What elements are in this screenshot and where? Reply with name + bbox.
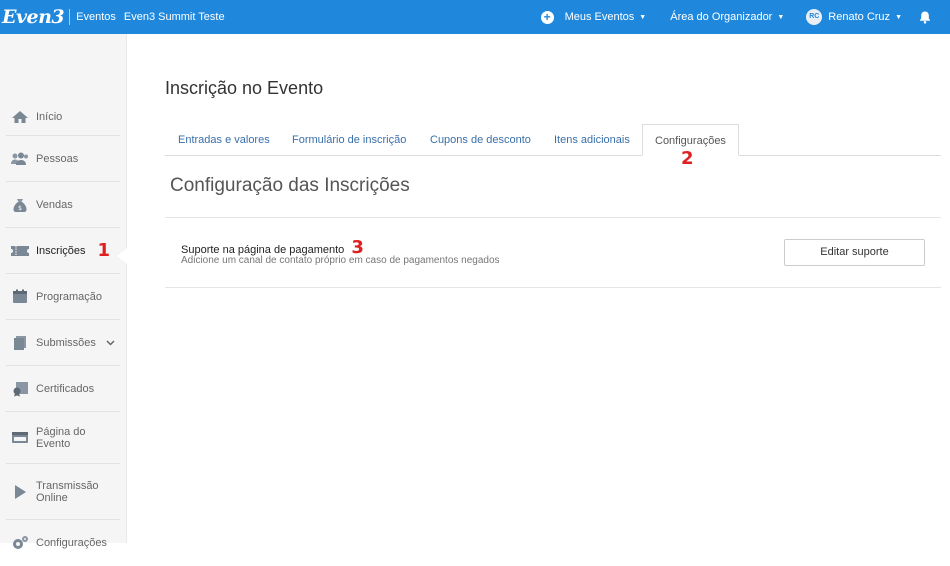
svg-text:$: $ [18,205,22,212]
row-divider-top [165,217,941,218]
sidebar-item-label: Vendas [36,198,73,211]
sidebar-item-transmissao-online[interactable]: Transmissão Online [6,464,120,520]
organizador-label: Área do Organizador [670,11,773,23]
sidebar-item-label: Configurações [36,537,107,549]
sidebar-item-inicio[interactable]: Início [6,98,120,136]
active-item-indicator [117,248,127,264]
sidebar-item-programacao[interactable]: Programação [6,274,120,320]
sidebar-item-label: Certificados [36,382,95,395]
sidebar-item-label: Submissões [36,336,96,349]
sidebar-item-label: Pessoas [36,152,79,165]
sidebar-item-pagina-do-evento[interactable]: Página do Evento [6,412,120,464]
top-navbar: Even3 Eventos Even3 Summit Teste + Meus … [0,0,950,34]
row-divider-bottom [165,287,941,288]
sidebar-item-inscricoes[interactable]: Inscrições 1 [6,228,120,274]
ticket-icon [10,243,30,259]
avatar: RC [806,9,823,25]
caret-down-icon: ▼ [777,13,785,21]
settings-icon [10,535,30,551]
top-right-menu: + Meus Eventos ▼ Área do Organizador ▼ R… [540,0,950,34]
tab-itens-adicionais[interactable]: Itens adicionais [554,124,630,156]
section-title: Configuração das Inscrições [170,175,410,196]
sidebar: Início Pessoas $ Vendas Inscrições 1 Pro… [0,34,127,549]
calendar-icon [10,289,30,305]
logo-divider [69,9,71,25]
sidebar-item-label: Transmissão Online [36,479,99,504]
money-bag-icon: $ [10,197,30,213]
eventos-link[interactable]: Eventos [76,11,116,23]
sidebar-item-label: Início [36,110,63,123]
caret-down-icon: ▼ [639,13,647,21]
add-event-icon[interactable]: + [540,10,554,24]
user-name: Renato Cruz [828,11,891,23]
annotation-marker-1: 1 [97,240,111,261]
annotation-marker-2: 2 [681,148,694,169]
tab-entradas-e-valores[interactable]: Entradas e valores [178,124,270,156]
even3-logo[interactable]: Even3 [0,6,65,28]
sidebar-item-configuracoes[interactable]: Configurações [6,520,120,566]
play-icon [10,484,30,500]
caret-down-icon: ▼ [895,13,902,21]
sidebar-item-label: Página do Evento [36,425,86,450]
bell-icon[interactable] [918,10,932,24]
meus-eventos-label: Meus Eventos [564,11,635,23]
sidebar-item-label: Inscrições [36,244,86,257]
certificate-icon [10,381,30,397]
event-name-link[interactable]: Even3 Summit Teste [124,11,225,23]
user-menu[interactable]: RC Renato Cruz ▼ [806,9,902,25]
page-title: Inscrição no Evento [165,78,324,98]
organizador-menu[interactable]: Área do Organizador ▼ [670,11,784,23]
people-icon [10,151,30,167]
setting-row-description: Adicione um canal de contato próprio em … [181,255,500,266]
documents-icon [10,335,30,351]
tab-cupons-de-desconto[interactable]: Cupons de desconto [430,124,531,156]
tab-formulario-de-inscricao[interactable]: Formulário de inscrição [292,124,406,156]
sidebar-item-label: Programação [36,290,103,303]
sidebar-item-pessoas[interactable]: Pessoas [6,136,120,182]
meus-eventos-menu[interactable]: Meus Eventos ▼ [565,11,647,23]
chevron-down-icon[interactable] [106,338,115,348]
edit-support-button[interactable]: Editar suporte [784,239,925,266]
home-icon [10,109,30,125]
sidebar-item-certificados[interactable]: Certificados [6,366,120,412]
web-page-icon [10,430,30,446]
sidebar-item-vendas[interactable]: $ Vendas [6,182,120,228]
tab-bar: Entradas e valores Formulário de inscriç… [165,124,941,156]
sidebar-item-submissoes[interactable]: Submissões [6,320,120,366]
